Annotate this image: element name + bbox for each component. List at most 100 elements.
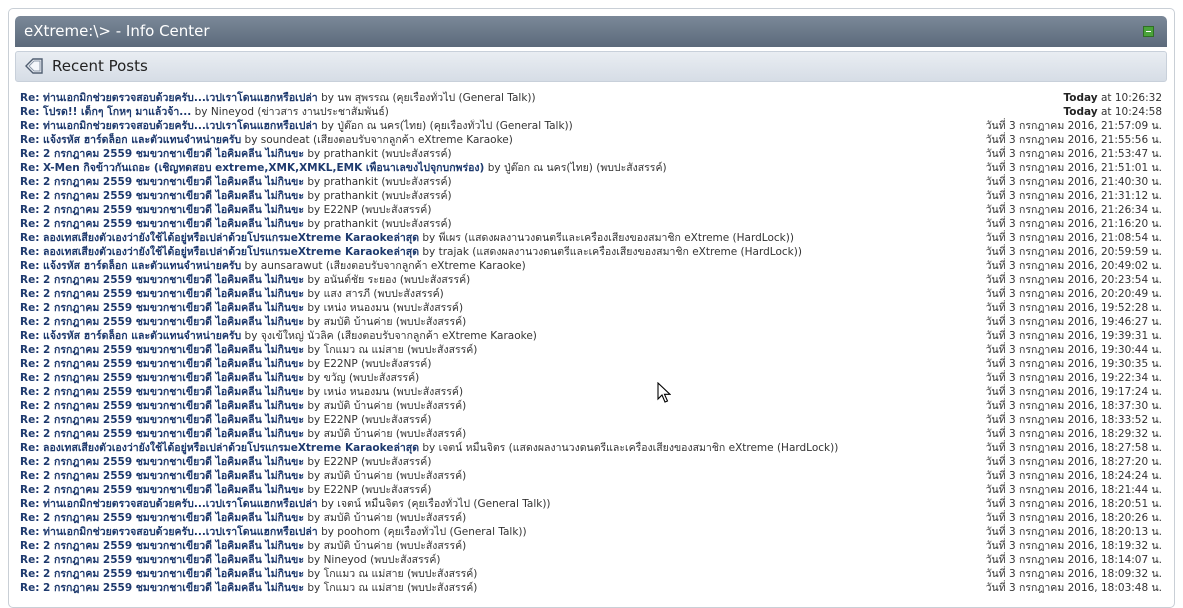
post-author-link[interactable]: โกแมว ณ แม่สาย [324,582,404,594]
post-title-link[interactable]: Re: ลองเทสเสียงตัวเองว่ายังใช้ได้อยู่หรื… [20,442,419,454]
post-author-link[interactable]: E22NP [324,414,358,426]
post-title-link[interactable]: Re: 2 กรกฎาคม 2559 ชมขวกชาเขียวดี ไอคิมค… [20,288,304,300]
post-title-link[interactable]: Re: แจ้งรหัส ฮาร์ดล็อก และตัวแทนจำหน่ายค… [20,134,241,146]
post-forum-link[interactable]: (คุยเรื่องทั่วไป (General Talk)) [392,92,535,104]
post-author-link[interactable]: prathankit [324,190,378,202]
post-forum-link[interactable]: (พบปะสังสรรค์) [361,358,431,370]
post-title-link[interactable]: Re: 2 กรกฎาคม 2559 ชมขวกชาเขียวดี ไอคิมค… [20,204,304,216]
post-title-link[interactable]: Re: 2 กรกฎาคม 2559 ชมขวกชาเขียวดี ไอคิมค… [20,344,304,356]
post-title-link[interactable]: Re: ท่านเอกมิกช่วยตรวจสอบด้วยครับ...เวปเ… [20,120,318,132]
post-author-link[interactable]: เหน่ง หนองมน [324,302,390,314]
post-author-link[interactable]: โกแมว ณ แม่สาย [324,344,404,356]
post-forum-link[interactable]: (แสดงผลงานวงดนตรีและเครื่องเสียงของสมาชิ… [472,246,802,258]
post-title-link[interactable]: Re: 2 กรกฎาคม 2559 ชมขวกชาเขียวดี ไอคิมค… [20,554,304,566]
post-title-link[interactable]: Re: 2 กรกฎาคม 2559 ชมขวกชาเขียวดี ไอคิมค… [20,358,304,370]
post-author-link[interactable]: prathankit [324,148,378,160]
post-author-link[interactable]: สมบัติ บ้านค่าย [324,400,393,412]
post-author-link[interactable]: trajak [439,246,469,258]
post-forum-link[interactable]: (พบปะสังสรรค์) [596,162,666,174]
post-forum-link[interactable]: (พบปะสังสรรค์) [393,386,463,398]
post-forum-link[interactable]: (พบปะสังสรรค์) [407,582,477,594]
post-author-link[interactable]: เจตน์ หมื่นจิตร [439,442,506,454]
post-author-link[interactable]: สมบัติ บ้านค่าย [324,316,393,328]
post-author-link[interactable]: อนันต์ชัย ระยอง [324,274,397,286]
post-author-link[interactable]: โกแมว ณ แม่สาย [324,568,404,580]
post-forum-link[interactable]: (คุยเรื่องทั่วไป (General Talk)) [407,498,550,510]
post-author-link[interactable]: E22NP [324,358,358,370]
post-author-link[interactable]: นพ สุพรรณ [337,92,389,104]
post-author-link[interactable]: prathankit [324,218,378,230]
post-author-link[interactable]: สมบัติ บ้านค่าย [324,540,393,552]
post-forum-link[interactable]: (พบปะสังสรรค์) [361,204,431,216]
post-forum-link[interactable]: (คุยเรื่องทั่วไป (General Talk)) [430,120,573,132]
post-title-link[interactable]: Re: 2 กรกฎาคม 2559 ชมขวกชาเขียวดี ไอคิมค… [20,302,304,314]
post-forum-link[interactable]: (พบปะสังสรรค์) [396,316,466,328]
post-forum-link[interactable]: (พบปะสังสรรค์) [381,148,451,160]
post-forum-link[interactable]: (พบปะสังสรรค์) [396,428,466,440]
post-author-link[interactable]: พี่เผร [439,232,461,244]
post-forum-link[interactable]: (พบปะสังสรรค์) [373,288,443,300]
post-forum-link[interactable]: (พบปะสังสรรค์) [361,484,431,496]
post-title-link[interactable]: Re: 2 กรกฎาคม 2559 ชมขวกชาเขียวดี ไอคิมค… [20,456,304,468]
post-title-link[interactable]: Re: โปรด!! เด็กๆ โกหๆ มาแล้วจ้า... [20,106,191,118]
post-author-link[interactable]: ปู่ต๊อก ณ นคร(ไทย) [337,120,426,132]
post-title-link[interactable]: Re: 2 กรกฎาคม 2559 ชมขวกชาเขียวดี ไอคิมค… [20,568,304,580]
post-title-link[interactable]: Re: ลองเทสเสียงตัวเองว่ายังใช้ได้อยู่หรื… [20,246,419,258]
post-forum-link[interactable]: (พบปะสังสรรค์) [396,470,466,482]
post-author-link[interactable]: poohom [337,526,380,538]
post-forum-link[interactable]: (แสดงผลงานวงดนตรีและเครื่องเสียงของสมาชิ… [509,442,839,454]
post-author-link[interactable]: soundeat [261,134,310,146]
post-title-link[interactable]: Re: แจ้งรหัส ฮาร์ดล็อก และตัวแทนจำหน่ายค… [20,260,241,272]
post-forum-link[interactable]: (พบปะสังสรรค์) [361,414,431,426]
post-title-link[interactable]: Re: 2 กรกฎาคม 2559 ชมขวกชาเขียวดี ไอคิมค… [20,372,304,384]
post-forum-link[interactable]: (พบปะสังสรรค์) [396,540,466,552]
post-forum-link[interactable]: (เสียงตอบรับจากลูกค้า eXtreme Karaoke) [326,260,526,272]
post-forum-link[interactable]: (พบปะสังสรรค์) [349,372,419,384]
post-forum-link[interactable]: (แสดงผลงานวงดนตรีและเครื่องเสียงของสมาชิ… [464,232,794,244]
post-title-link[interactable]: Re: 2 กรกฎาคม 2559 ชมขวกชาเขียวดี ไอคิมค… [20,218,304,230]
post-forum-link[interactable]: (พบปะสังสรรค์) [400,274,470,286]
post-author-link[interactable]: เจตน์ หมื่นจิตร [337,498,404,510]
post-forum-link[interactable]: (เสียงตอบรับจากลูกค้า eXtreme Karaoke) [337,330,537,342]
post-title-link[interactable]: Re: ท่านเอกมิกช่วยตรวจสอบด้วยครับ...เวปเ… [20,498,318,510]
post-title-link[interactable]: Re: 2 กรกฎาคม 2559 ชมขวกชาเขียวดี ไอคิมค… [20,470,304,482]
post-forum-link[interactable]: (ข่าวสาร งานประชาสัมพันธ์) [257,106,388,118]
post-title-link[interactable]: Re: แจ้งรหัส ฮาร์ดล็อก และตัวแทนจำหน่ายค… [20,330,241,342]
post-author-link[interactable]: E22NP [324,456,358,468]
post-author-link[interactable]: สมบัติ บ้านค่าย [324,428,393,440]
post-title-link[interactable]: Re: 2 กรกฎาคม 2559 ชมขวกชาเขียวดี ไอคิมค… [20,582,304,594]
post-forum-link[interactable]: (พบปะสังสรรค์) [396,400,466,412]
post-title-link[interactable]: Re: 2 กรกฎาคม 2559 ชมขวกชาเขียวดี ไอคิมค… [20,540,304,552]
post-forum-link[interactable]: (พบปะสังสรรค์) [393,302,463,314]
post-author-link[interactable]: สมบัติ บ้านค่าย [324,512,393,524]
post-author-link[interactable]: prathankit [324,176,378,188]
post-forum-link[interactable]: (พบปะสังสรรค์) [381,218,451,230]
post-title-link[interactable]: Re: 2 กรกฎาคม 2559 ชมขวกชาเขียวดี ไอคิมค… [20,484,304,496]
post-forum-link[interactable]: (พบปะสังสรรค์) [381,190,451,202]
post-title-link[interactable]: Re: 2 กรกฎาคม 2559 ชมขวกชาเขียวดี ไอคิมค… [20,414,304,426]
post-author-link[interactable]: aunsarawut [261,260,323,272]
post-forum-link[interactable]: (พบปะสังสรรค์) [381,176,451,188]
post-title-link[interactable]: Re: 2 กรกฎาคม 2559 ชมขวกชาเขียวดี ไอคิมค… [20,274,304,286]
post-title-link[interactable]: Re: 2 กรกฎาคม 2559 ชมขวกชาเขียวดี ไอคิมค… [20,386,304,398]
post-title-link[interactable]: Re: ลองเทสเสียงตัวเองว่ายังใช้ได้อยู่หรื… [20,232,419,244]
post-author-link[interactable]: E22NP [324,204,358,216]
post-forum-link[interactable]: (พบปะสังสรรค์) [407,568,477,580]
post-author-link[interactable]: แสง สารภี [324,288,371,300]
post-forum-link[interactable]: (คุยเรื่องทั่วไป (General Talk)) [383,526,526,538]
post-forum-link[interactable]: (พบปะสังสรรค์) [361,456,431,468]
post-title-link[interactable]: Re: ท่านเอกมิกช่วยตรวจสอบด้วยครับ...เวปเ… [20,526,318,538]
post-title-link[interactable]: Re: ท่านเอกมิกช่วยตรวจสอบด้วยครับ...เวปเ… [20,92,318,104]
post-title-link[interactable]: Re: 2 กรกฎาคม 2559 ชมขวกชาเขียวดี ไอคิมค… [20,512,304,524]
post-forum-link[interactable]: (พบปะสังสรรค์) [396,512,466,524]
post-author-link[interactable]: ปู่ต๊อก ณ นคร(ไทย) [504,162,593,174]
post-author-link[interactable]: ขวัญ [324,372,346,384]
post-author-link[interactable]: จุงเข้ใหญ่ นัวลิค [261,330,334,342]
post-author-link[interactable]: E22NP [324,484,358,496]
post-title-link[interactable]: Re: 2 กรกฎาคม 2559 ชมขวกชาเขียวดี ไอคิมค… [20,176,304,188]
post-title-link[interactable]: Re: X-Men กิจข้าวกันเถอะ (เชิญทดสอบ extr… [20,162,484,174]
post-forum-link[interactable]: (พบปะสังสรรค์) [370,554,440,566]
post-author-link[interactable]: เหน่ง หนองมน [324,386,390,398]
post-title-link[interactable]: Re: 2 กรกฎาคม 2559 ชมขวกชาเขียวดี ไอคิมค… [20,316,304,328]
post-author-link[interactable]: Nineyod [324,554,367,566]
